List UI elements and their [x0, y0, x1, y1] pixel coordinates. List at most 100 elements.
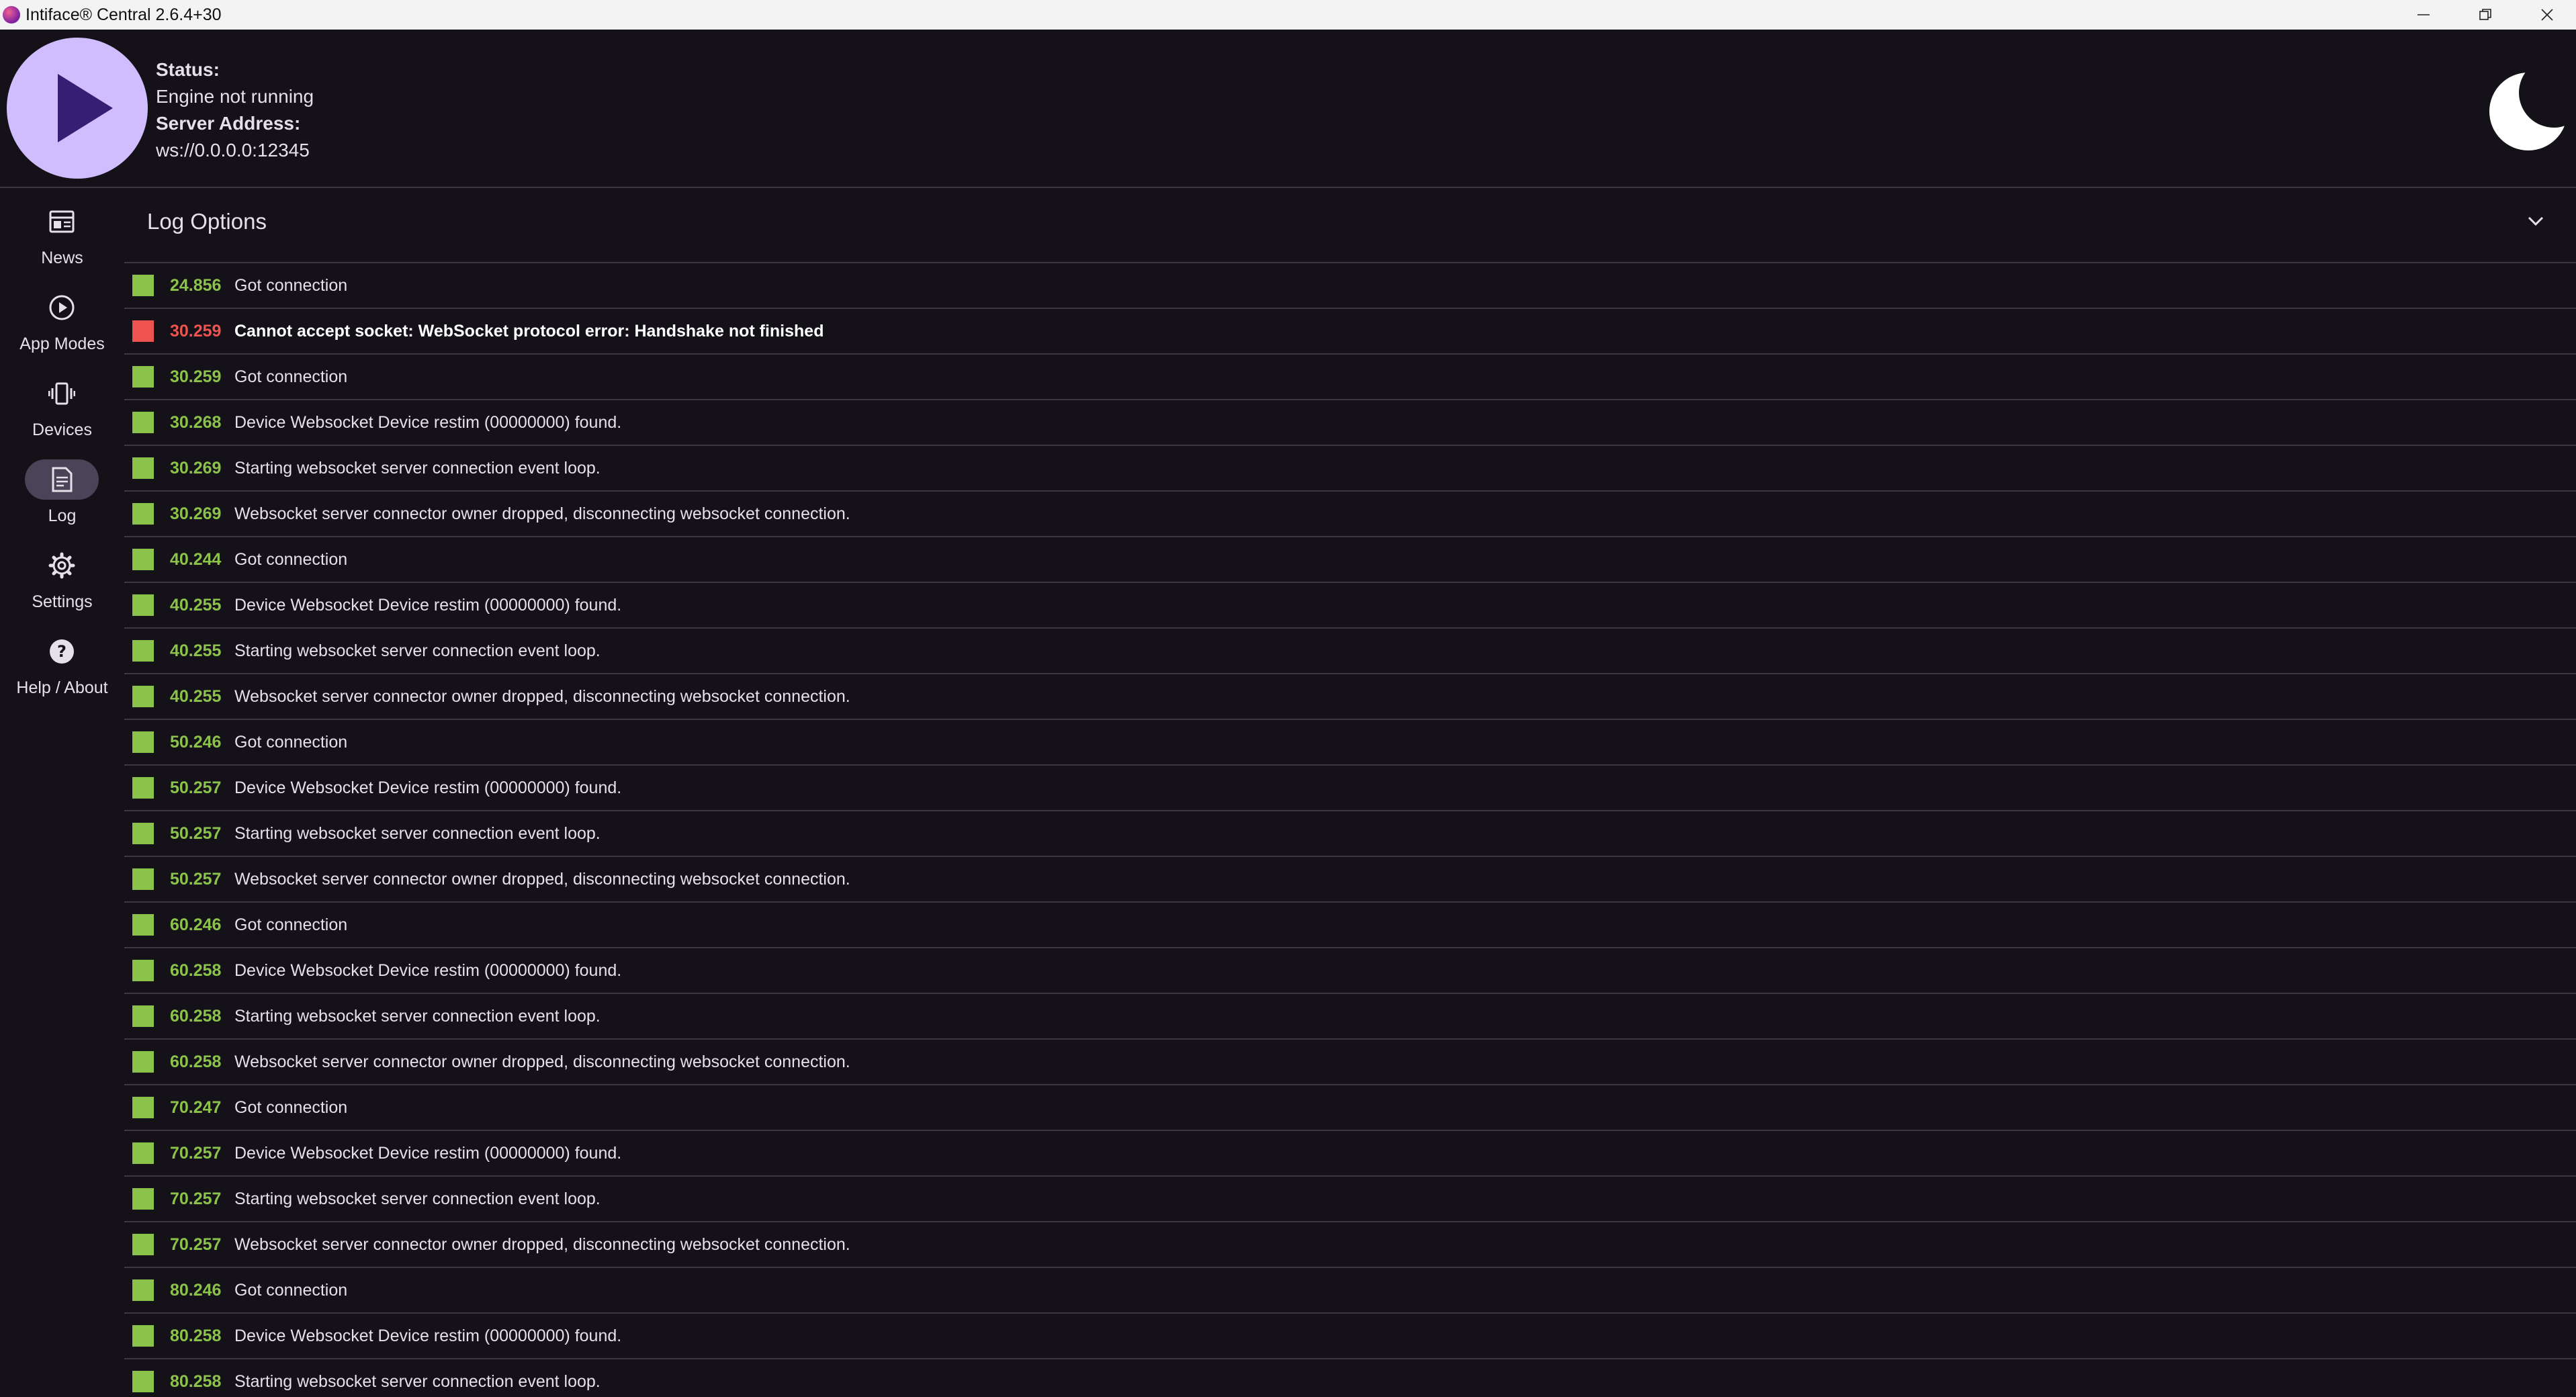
- play-icon: [58, 74, 113, 142]
- log-timestamp: 24.856: [170, 276, 222, 295]
- log-row: 50.257 Device Websocket Device restim (00…: [124, 766, 2576, 811]
- log-row: 30.268 Device Websocket Device restim (00…: [124, 400, 2576, 446]
- log-timestamp: 30.259: [170, 367, 222, 386]
- sidebar-item-label: Devices: [32, 420, 92, 439]
- log-timestamp: 70.257: [170, 1144, 222, 1163]
- nav-icon-container: [25, 201, 99, 242]
- log-timestamp: 60.258: [170, 1052, 222, 1071]
- log-level-indicator: [132, 1051, 154, 1073]
- log-timestamp: 80.246: [170, 1281, 222, 1300]
- log-message: Starting websocket server connection eve…: [234, 459, 601, 478]
- log-row: 40.244 Got connection: [124, 537, 2576, 583]
- log-level-indicator: [132, 914, 154, 936]
- gear-icon: [48, 552, 75, 579]
- log-row: 40.255 Device Websocket Device restim (00…: [124, 583, 2576, 629]
- sidebar-item-label: News: [41, 249, 83, 267]
- log-row: 30.269 Starting websocket server connecti…: [124, 446, 2576, 492]
- log-row: 50.257 Websocket server connector owner d…: [124, 857, 2576, 903]
- log-level-indicator: [132, 457, 154, 479]
- log-timestamp: 50.246: [170, 733, 222, 752]
- minimize-icon: [2417, 14, 2430, 15]
- minimize-button[interactable]: [2393, 0, 2454, 30]
- log-timestamp: 40.255: [170, 687, 222, 706]
- log-level-indicator: [132, 412, 154, 433]
- log-timestamp: 50.257: [170, 778, 222, 797]
- log-message: Websocket server connector owner dropped…: [234, 870, 850, 889]
- play-circle-icon: [49, 295, 75, 320]
- nav-icon-container: [25, 373, 99, 414]
- log-row: 70.247 Got connection: [124, 1085, 2576, 1131]
- log-level-indicator: [132, 1097, 154, 1118]
- log-message: Starting websocket server connection eve…: [234, 1372, 601, 1391]
- log-panel: Log Options 24.856 Got connection 30.259 Ca…: [124, 188, 2576, 1397]
- restore-button[interactable]: [2454, 0, 2516, 30]
- log-level-indicator: [132, 320, 154, 342]
- log-timestamp: 40.244: [170, 550, 222, 569]
- log-timestamp: 70.247: [170, 1098, 222, 1117]
- log-message: Device Websocket Device restim (00000000…: [234, 1326, 622, 1345]
- log-row: 80.246 Got connection: [124, 1268, 2576, 1314]
- close-button[interactable]: [2516, 0, 2576, 30]
- log-level-indicator: [132, 1234, 154, 1255]
- chevron-down-icon[interactable]: [2526, 211, 2546, 231]
- log-row: 80.258 Device Websocket Device restim (00…: [124, 1314, 2576, 1359]
- log-level-indicator: [132, 549, 154, 570]
- nav-icon-container: [25, 287, 99, 328]
- restore-icon: [2479, 9, 2491, 20]
- log-message: Starting websocket server connection eve…: [234, 1007, 601, 1026]
- log-row: 40.255 Websocket server connector owner d…: [124, 674, 2576, 720]
- theme-toggle-button[interactable]: [2489, 69, 2570, 156]
- close-icon: [2541, 9, 2553, 21]
- log-timestamp: 60.258: [170, 961, 222, 980]
- log-row: 50.246 Got connection: [124, 720, 2576, 766]
- log-timestamp: 70.257: [170, 1189, 222, 1208]
- log-row: 30.269 Websocket server connector owner d…: [124, 492, 2576, 537]
- log-row: 70.257 Device Websocket Device restim (00…: [124, 1131, 2576, 1177]
- log-row: 60.258 Device Websocket Device restim (00…: [124, 948, 2576, 994]
- log-message: Websocket server connector owner dropped…: [234, 504, 850, 523]
- log-timestamp: 80.258: [170, 1326, 222, 1345]
- svg-text:?: ?: [57, 642, 66, 661]
- nav-icon-container: [25, 459, 99, 500]
- log-timestamp: 30.269: [170, 459, 222, 478]
- log-row: 70.257 Starting websocket server connecti…: [124, 1177, 2576, 1222]
- log-level-indicator: [132, 275, 154, 296]
- news-icon: [49, 210, 75, 233]
- log-level-indicator: [132, 1005, 154, 1027]
- title-bar: Intiface® Central 2.6.4+30: [0, 0, 2576, 30]
- log-level-indicator: [132, 366, 154, 388]
- log-message: Got connection: [234, 367, 348, 386]
- start-engine-button[interactable]: [7, 38, 148, 179]
- log-row: 50.257 Starting websocket server connecti…: [124, 811, 2576, 857]
- log-level-indicator: [132, 868, 154, 890]
- log-row: 40.255 Starting websocket server connecti…: [124, 629, 2576, 674]
- sidebar-item-app-modes[interactable]: App Modes: [0, 287, 124, 368]
- sidebar-item-label: Log: [48, 506, 77, 525]
- sidebar-nav: News App Modes Devices Log Settings ? He…: [0, 188, 124, 1397]
- log-message: Got connection: [234, 1098, 348, 1117]
- log-options-header[interactable]: Log Options: [124, 188, 2576, 263]
- log-row: 60.246 Got connection: [124, 903, 2576, 948]
- sidebar-item-settings[interactable]: Settings: [0, 545, 124, 626]
- log-message: Got connection: [234, 276, 348, 295]
- log-level-indicator: [132, 594, 154, 616]
- log-level-indicator: [132, 1188, 154, 1210]
- log-message: Device Websocket Device restim (00000000…: [234, 413, 622, 432]
- sidebar-item-log[interactable]: Log: [0, 459, 124, 540]
- log-message: Got connection: [234, 1281, 348, 1300]
- sidebar-item-label: Help / About: [16, 678, 108, 697]
- log-message: Cannot accept socket: WebSocket protocol…: [234, 322, 824, 341]
- server-status: Status: Engine not running Server Addres…: [156, 56, 314, 164]
- log-options-title: Log Options: [147, 209, 267, 234]
- server-address-value: ws://0.0.0.0:12345: [156, 140, 310, 161]
- log-timestamp: 70.257: [170, 1235, 222, 1254]
- log-row: 60.258 Starting websocket server connecti…: [124, 994, 2576, 1040]
- app-logo-icon: [3, 6, 20, 24]
- log-level-indicator: [132, 686, 154, 707]
- sidebar-item-help-about[interactable]: ? Help / About: [0, 631, 124, 712]
- status-label: Status:: [156, 59, 220, 80]
- sidebar-item-news[interactable]: News: [0, 201, 124, 282]
- log-timestamp: 40.255: [170, 596, 222, 615]
- document-icon: [52, 467, 73, 492]
- sidebar-item-devices[interactable]: Devices: [0, 373, 124, 454]
